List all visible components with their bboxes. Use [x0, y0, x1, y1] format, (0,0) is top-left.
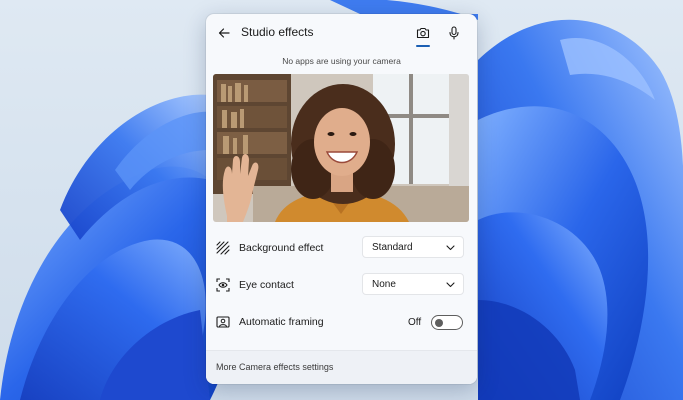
- automatic-framing-row: Automatic framing Off: [206, 307, 477, 337]
- camera-preview-image: [213, 74, 469, 222]
- background-effect-value: Standard: [372, 242, 413, 253]
- camera-status-text: No apps are using your camera: [282, 56, 401, 66]
- automatic-framing-toggle[interactable]: [431, 315, 463, 330]
- desktop: Studio effects No apps are using your ca…: [0, 0, 683, 400]
- eye-contact-icon: [216, 278, 230, 292]
- toggle-knob: [435, 319, 443, 327]
- studio-effects-panel: Studio effects No apps are using your ca…: [206, 14, 477, 384]
- chevron-down-icon: [446, 282, 455, 288]
- back-button[interactable]: [214, 23, 234, 43]
- eye-contact-row: Eye contact None: [206, 270, 477, 300]
- automatic-framing-state: Off: [408, 317, 422, 328]
- panel-footer: More Camera effects settings: [206, 350, 477, 384]
- more-camera-effects-settings-link[interactable]: More Camera effects settings: [216, 362, 333, 372]
- panel-title: Studio effects: [241, 25, 314, 39]
- background-effect-label: Background effect: [239, 242, 324, 254]
- camera-preview: [213, 74, 469, 222]
- framing-icon: [216, 316, 230, 328]
- panel-header: Studio effects: [206, 14, 477, 50]
- background-effect-row: Background effect Standard: [206, 233, 477, 263]
- camera-icon: [416, 27, 430, 39]
- selected-tab-indicator: [416, 45, 430, 47]
- eye-contact-dropdown[interactable]: None: [362, 273, 464, 295]
- camera-tab[interactable]: [413, 22, 433, 44]
- microphone-tab[interactable]: [444, 22, 464, 44]
- eye-contact-label: Eye contact: [239, 279, 294, 291]
- eye-contact-value: None: [372, 279, 396, 290]
- microphone-icon: [449, 26, 459, 40]
- automatic-framing-label: Automatic framing: [239, 316, 324, 328]
- background-effect-icon: [216, 241, 230, 255]
- back-arrow-icon: [218, 28, 230, 38]
- chevron-down-icon: [446, 245, 455, 251]
- background-effect-dropdown[interactable]: Standard: [362, 236, 464, 258]
